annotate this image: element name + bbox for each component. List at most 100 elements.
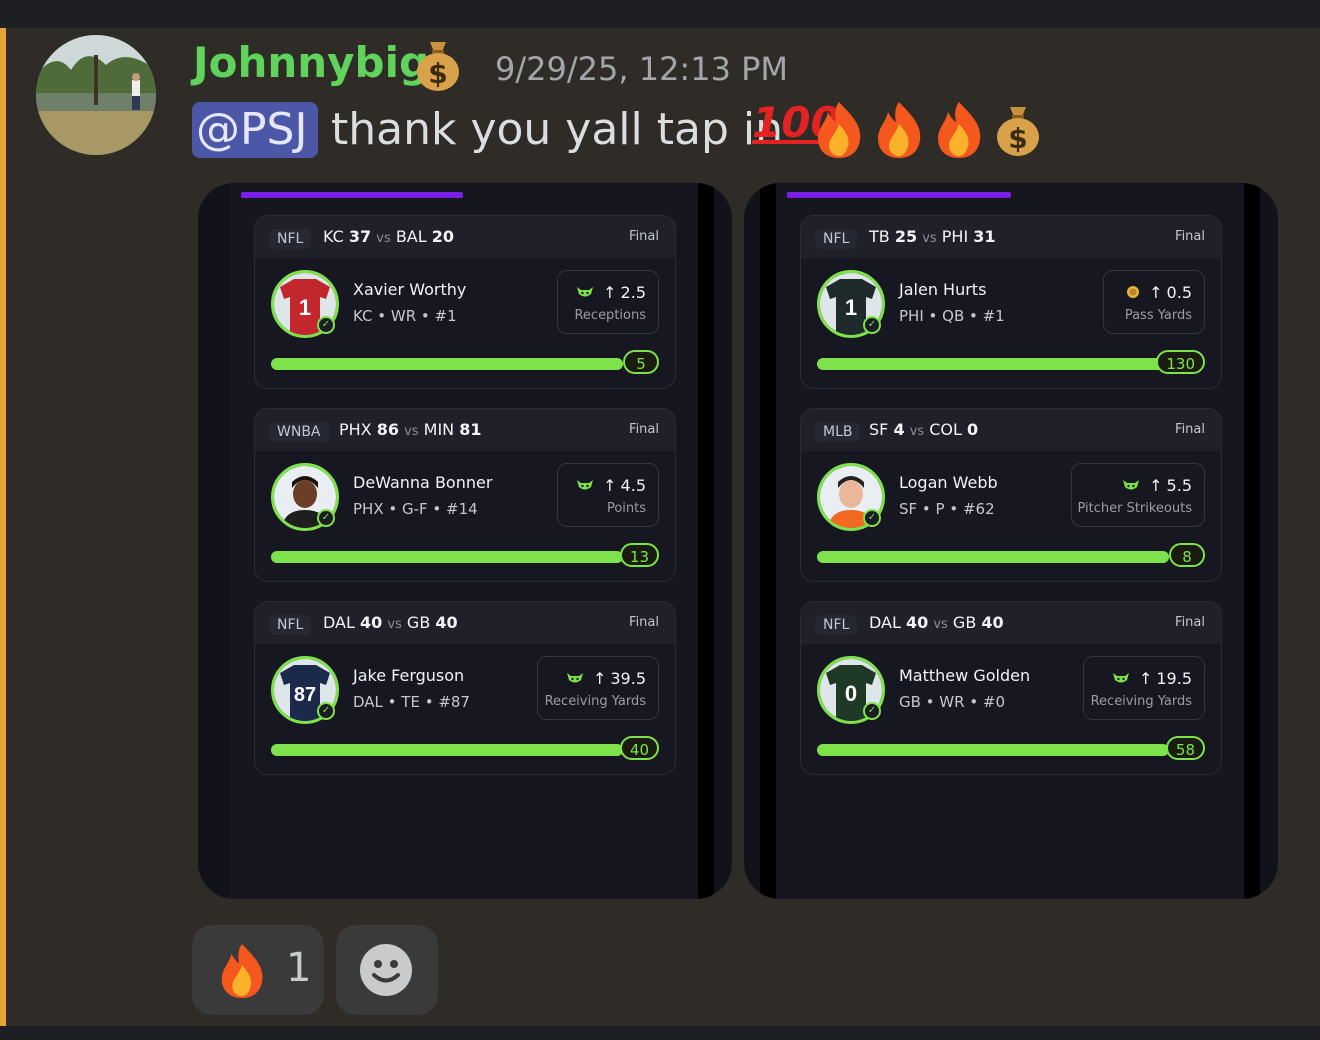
line-value: 2.5	[620, 283, 646, 302]
card-header: MLB SF 4 vs COL 0 Final	[801, 409, 1221, 451]
prop-line: ↑ 19.5	[1112, 669, 1192, 689]
bottom-bar	[0, 1026, 1320, 1040]
game-status: Final	[629, 615, 659, 630]
prop-box: ↑ 39.5 Receiving Yards	[537, 656, 659, 720]
goblin-icon	[566, 670, 584, 689]
check-icon: ✓	[863, 702, 881, 720]
reaction-count: 1	[286, 945, 312, 991]
mention-psj[interactable]: @PSJ	[192, 102, 318, 158]
coin-icon	[1126, 284, 1140, 303]
league-badge: WNBA	[269, 422, 329, 442]
pick-card[interactable]: NFL KC 37 vs BAL 20 Final 1 ✓ Xavier Worthy KC…	[254, 215, 676, 389]
money-bag-icon: $	[414, 36, 462, 96]
team2: MIN	[423, 420, 455, 439]
result-value: 40	[619, 736, 659, 760]
player-name: Matthew Golden	[899, 666, 1031, 685]
progress-bar	[271, 744, 623, 756]
goblin-icon	[1122, 477, 1140, 496]
player-info: SF • P • #62	[899, 500, 995, 518]
prop-box: ↑ 2.5 Receptions	[557, 270, 659, 334]
prop-line: ↑ 5.5	[1122, 476, 1192, 496]
matchup: KC 37 vs BAL 20	[323, 227, 454, 246]
vs-label: vs	[387, 617, 402, 632]
team1: PHX	[339, 420, 372, 439]
league-badge: NFL	[815, 229, 858, 249]
matchup: SF 4 vs COL 0	[869, 420, 978, 439]
attachment-image-2[interactable]: NFL TB 25 vs PHI 31 Final 1 ✓ Jalen Hurts PHI …	[744, 183, 1278, 899]
fire-icon	[872, 100, 926, 164]
game-status: Final	[1175, 229, 1205, 244]
tab-indicator	[241, 192, 463, 198]
line-value: 19.5	[1156, 669, 1192, 688]
timestamp: 9/29/25, 12:13 PM	[495, 50, 788, 88]
pick-card[interactable]: NFL DAL 40 vs GB 40 Final 87 ✓ Jake Ferguson D…	[254, 601, 676, 775]
stat-label: Receiving Yards	[1090, 694, 1192, 709]
league-badge: NFL	[815, 615, 858, 635]
prop-line: ↑ 2.5	[576, 283, 646, 303]
svg-text:$: $	[428, 57, 447, 90]
card-header: NFL KC 37 vs BAL 20 Final	[255, 216, 675, 258]
score1: 40	[360, 613, 383, 632]
player-info: KC • WR • #1	[353, 307, 457, 325]
score1: 37	[348, 227, 372, 246]
pick-card[interactable]: NFL TB 25 vs PHI 31 Final 1 ✓ Jalen Hurts PHI …	[800, 215, 1222, 389]
mention-label: @PSJ	[196, 104, 308, 155]
stat-label: Receiving Yards	[544, 694, 646, 709]
arrow-up-icon: ↑	[1149, 476, 1163, 495]
top-bar	[0, 0, 1320, 28]
player-info: DAL • TE • #87	[353, 693, 470, 711]
reaction-fire[interactable]: 1	[192, 925, 324, 1015]
arrow-up-icon: ↑	[1149, 283, 1163, 302]
avatar[interactable]	[36, 35, 156, 155]
team1: TB	[869, 227, 890, 246]
matchup: TB 25 vs PHI 31	[869, 227, 996, 246]
score2: 81	[459, 420, 482, 439]
stat-label: Pass Yards	[1124, 308, 1192, 323]
prop-line: ↑ 0.5	[1126, 283, 1192, 303]
line-value: 0.5	[1166, 283, 1192, 302]
attachment-image-1[interactable]: NFL KC 37 vs BAL 20 Final 1 ✓ Xavier Worthy KC…	[198, 183, 732, 899]
progress-bar	[817, 551, 1169, 563]
arrow-up-icon: ↑	[1138, 669, 1153, 688]
pick-card[interactable]: WNBA PHX 86 vs MIN 81 Final ✓ DeWanna Bonner…	[254, 408, 676, 582]
team1: DAL	[869, 613, 901, 632]
result-value: 58	[1165, 736, 1205, 760]
money-bag-icon: $	[994, 100, 1042, 162]
score1: 40	[906, 613, 929, 632]
add-reaction-button[interactable]	[336, 925, 438, 1015]
score2: 20	[431, 227, 455, 246]
player-name: Jake Ferguson	[353, 666, 465, 685]
card-header: WNBA PHX 86 vs MIN 81 Final	[255, 409, 675, 451]
matchup: PHX 86 vs MIN 81	[339, 420, 482, 439]
score1: 86	[376, 420, 399, 439]
team2: GB	[952, 613, 977, 632]
card-header: NFL TB 25 vs PHI 31 Final	[801, 216, 1221, 258]
team2: GB	[406, 613, 431, 632]
fire-icon	[812, 100, 866, 164]
arrow-up-icon: ↑	[592, 669, 607, 688]
line-value: 5.5	[1166, 476, 1192, 495]
check-icon: ✓	[317, 702, 335, 720]
pick-card[interactable]: NFL DAL 40 vs GB 40 Final 0 ✓ Matthew Golden G…	[800, 601, 1222, 775]
check-icon: ✓	[863, 316, 881, 334]
line-value: 39.5	[610, 669, 646, 688]
game-status: Final	[629, 422, 659, 437]
vs-label: vs	[922, 231, 937, 246]
panel-divider	[760, 183, 776, 899]
svg-text:0: 0	[845, 681, 857, 706]
panel-divider	[698, 183, 714, 899]
matchup: DAL 40 vs GB 40	[869, 613, 1004, 632]
username[interactable]: Johnnybig	[193, 38, 429, 87]
smiley-icon	[360, 944, 412, 996]
svg-text:87: 87	[294, 684, 316, 706]
panel-divider	[1244, 183, 1260, 899]
prop-box: ↑ 5.5 Pitcher Strikeouts	[1071, 463, 1205, 527]
highlight-accent-bar	[0, 28, 6, 1026]
stat-label: Points	[606, 501, 646, 516]
pick-card[interactable]: MLB SF 4 vs COL 0 Final ✓ Logan Webb SF • P •…	[800, 408, 1222, 582]
progress-bar	[271, 551, 623, 563]
message-text: thank you yall tap in	[331, 104, 783, 155]
arrow-up-icon: ↑	[603, 476, 617, 495]
score1: 25	[894, 227, 918, 246]
score2: 0	[967, 420, 979, 439]
